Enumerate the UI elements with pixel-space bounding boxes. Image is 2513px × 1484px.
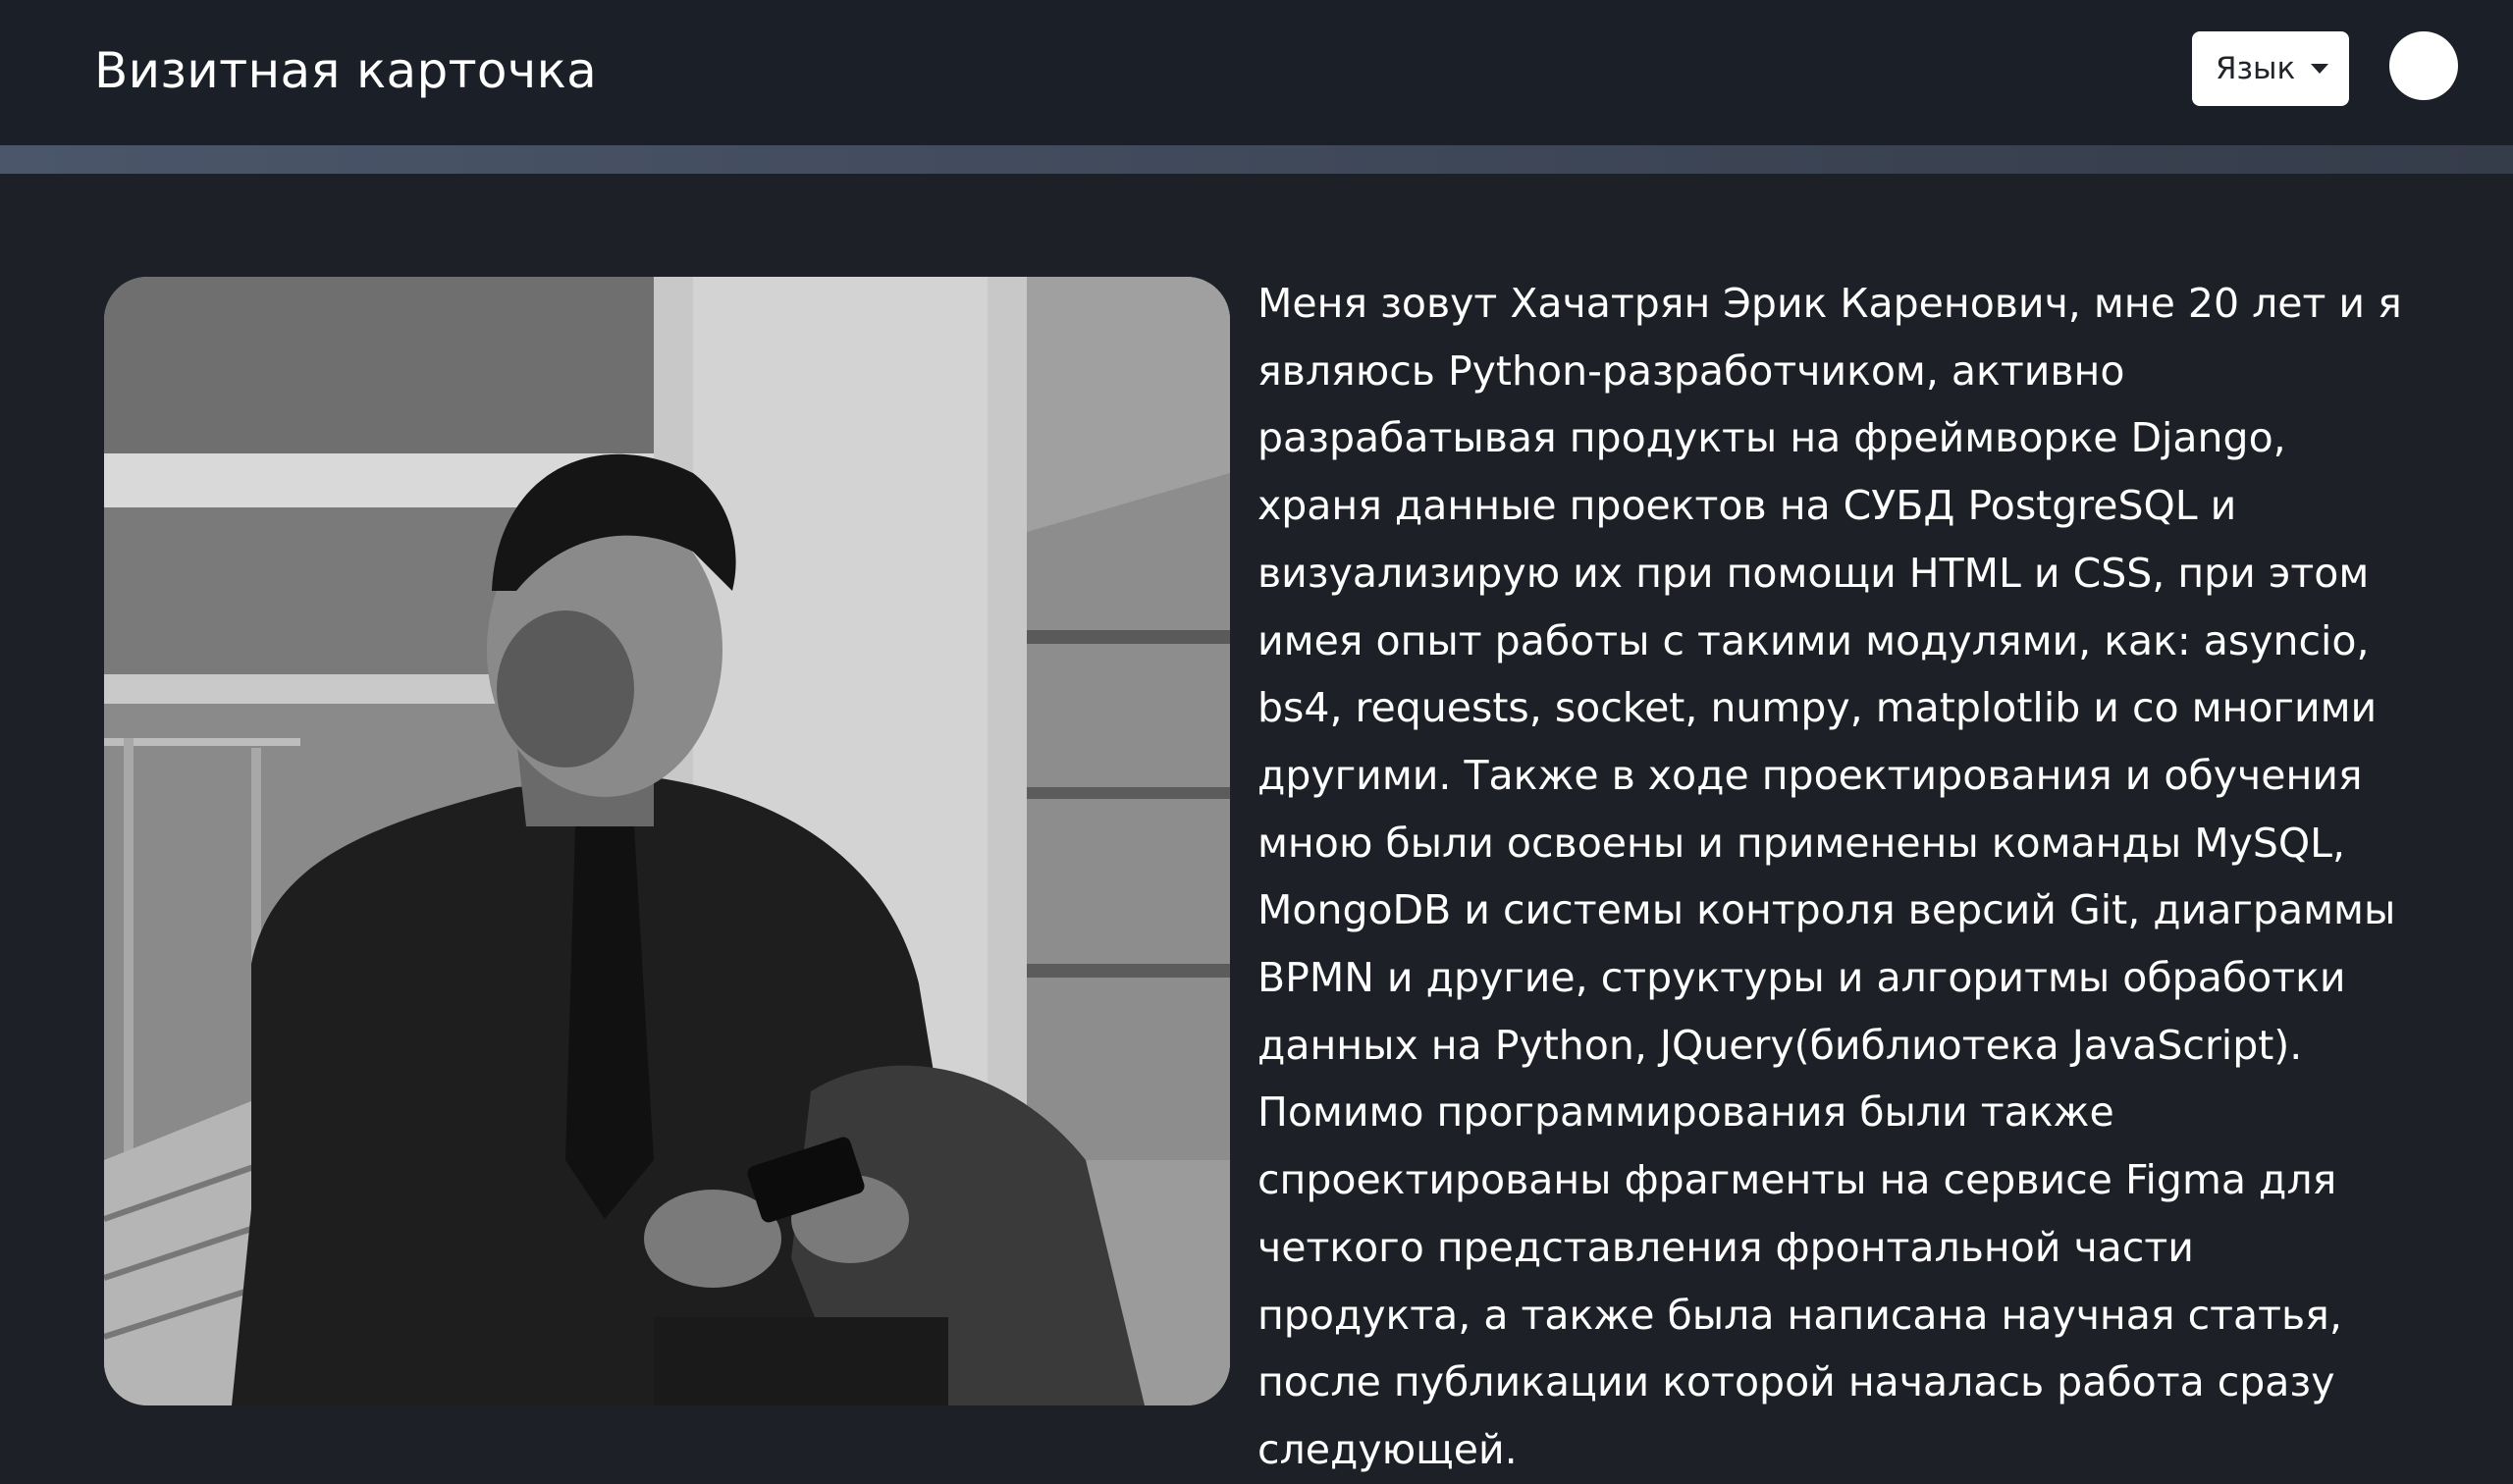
language-dropdown-button[interactable]: Язык [2192, 31, 2349, 106]
theme-toggle-button[interactable] [2389, 31, 2458, 100]
language-button-label: Язык [2216, 51, 2296, 86]
caret-down-icon [2311, 64, 2329, 74]
navbar: Визитная карточка Язык [0, 0, 2513, 145]
portrait-photo-icon [104, 277, 1230, 1405]
profile-photo [104, 277, 1230, 1405]
header-divider [0, 145, 2513, 174]
brand-title[interactable]: Визитная карточка [94, 37, 597, 104]
bio-text: Меня зовут Хачатрян Эрик Каренович, мне … [1257, 280, 2402, 1473]
